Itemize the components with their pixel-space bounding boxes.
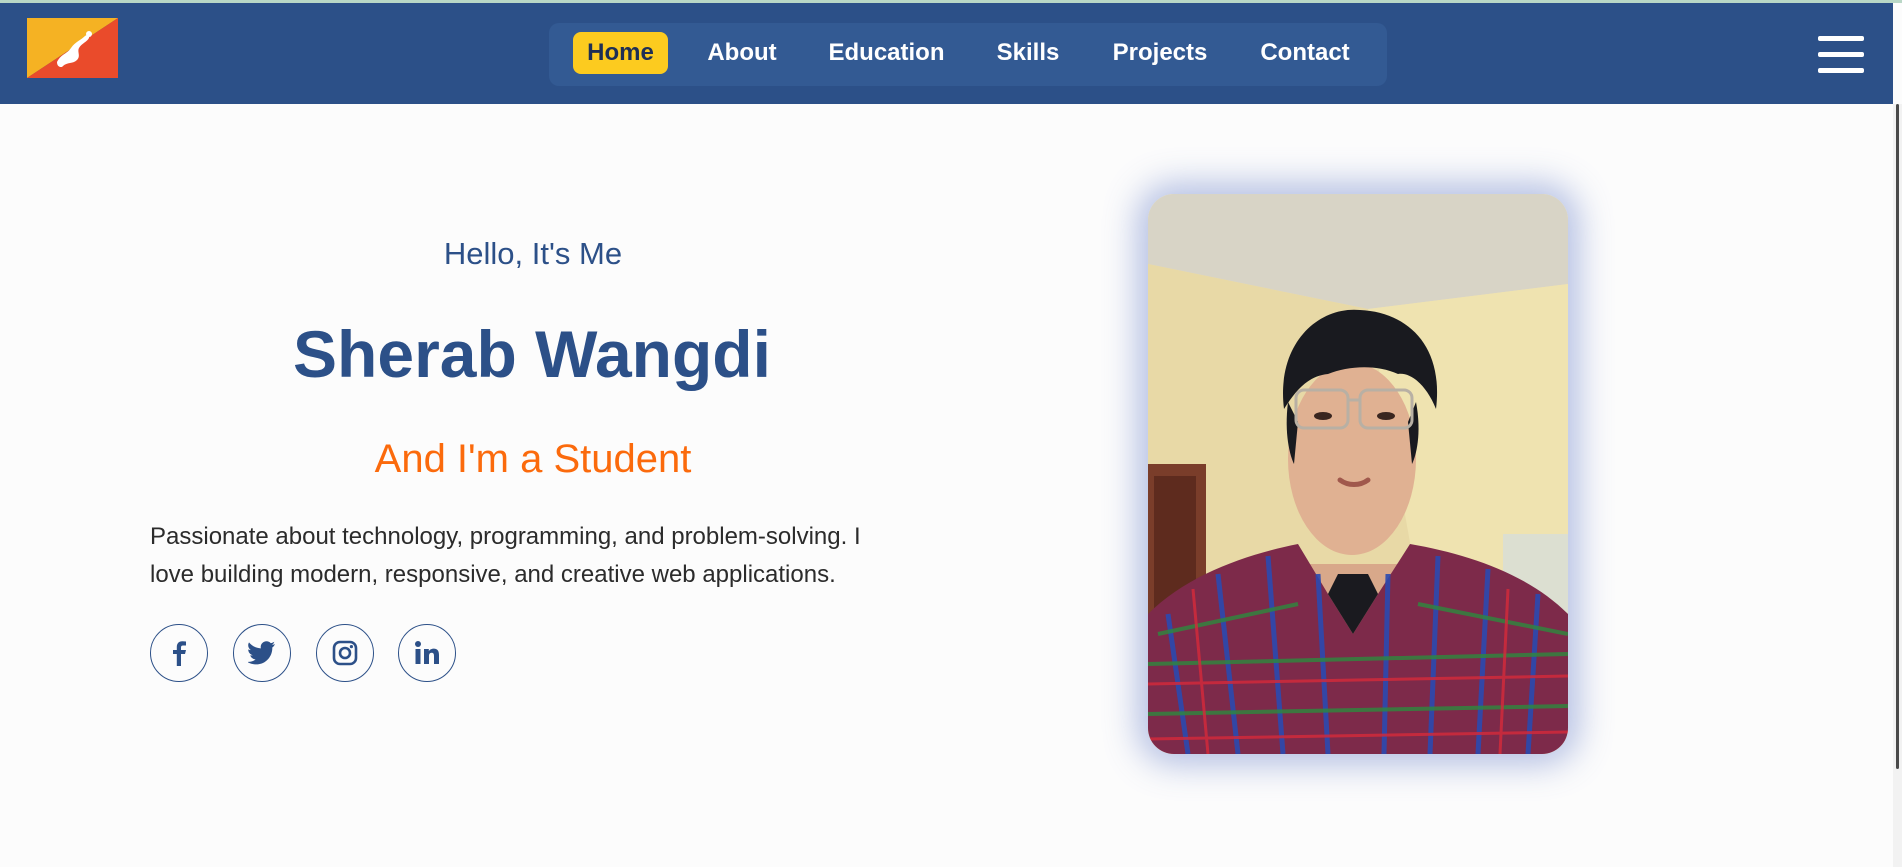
navbar: Home About Education Skills Projects Con…: [0, 3, 1893, 104]
instagram-icon[interactable]: [316, 624, 374, 682]
hero-greeting: Hello, It's Me: [443, 236, 623, 271]
scrollbar-thumb[interactable]: [1896, 104, 1899, 769]
nav-link-education[interactable]: Education: [820, 32, 953, 74]
nav-link-home[interactable]: Home: [573, 32, 668, 74]
hero-role: And I'm a Student: [374, 437, 692, 481]
twitter-icon[interactable]: [233, 624, 291, 682]
hero-bio: Passionate about technology, programming…: [150, 523, 861, 588]
nav-link-skills[interactable]: Skills: [989, 32, 1067, 74]
facebook-icon[interactable]: [150, 624, 208, 682]
hamburger-menu-icon[interactable]: [1818, 36, 1864, 74]
nav-link-contact[interactable]: Contact: [1251, 32, 1359, 74]
nav-link-about[interactable]: About: [697, 32, 787, 74]
hero-name: Sherab Wangdi: [293, 317, 771, 391]
profile-photo: [1148, 194, 1568, 754]
nav-link-projects[interactable]: Projects: [1103, 32, 1217, 74]
linkedin-icon[interactable]: [398, 624, 456, 682]
scrollbar[interactable]: [1893, 104, 1902, 867]
bhutan-flag-icon[interactable]: [27, 18, 118, 78]
